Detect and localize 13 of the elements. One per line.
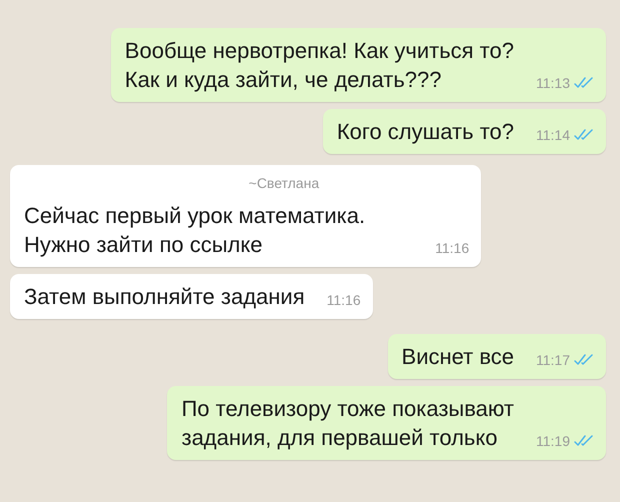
message-time: 11:17: [536, 352, 570, 368]
message-time: 11:16: [326, 292, 361, 308]
message-time: 11:16: [435, 240, 470, 256]
message-text: Виснет все: [402, 343, 514, 371]
message-text: Кого слушать то?: [336, 118, 514, 146]
message-text: По телевизору тоже показывают задания, для первашей только: [181, 395, 514, 452]
message-text: Затем выполняйте задания: [24, 283, 305, 311]
message-text: Вообще нервотрепка! Как учиться то? Как и куда зайти, че делать???: [124, 37, 514, 94]
message-time: 11:19: [536, 433, 570, 449]
message-text: Сейчас первый урок математика. Нужно зайти по ссылке: [24, 202, 366, 259]
message-time: 11:13: [536, 75, 570, 91]
sender-name: ~Светлана: [248, 175, 320, 191]
message-time: 11:14: [536, 127, 570, 143]
